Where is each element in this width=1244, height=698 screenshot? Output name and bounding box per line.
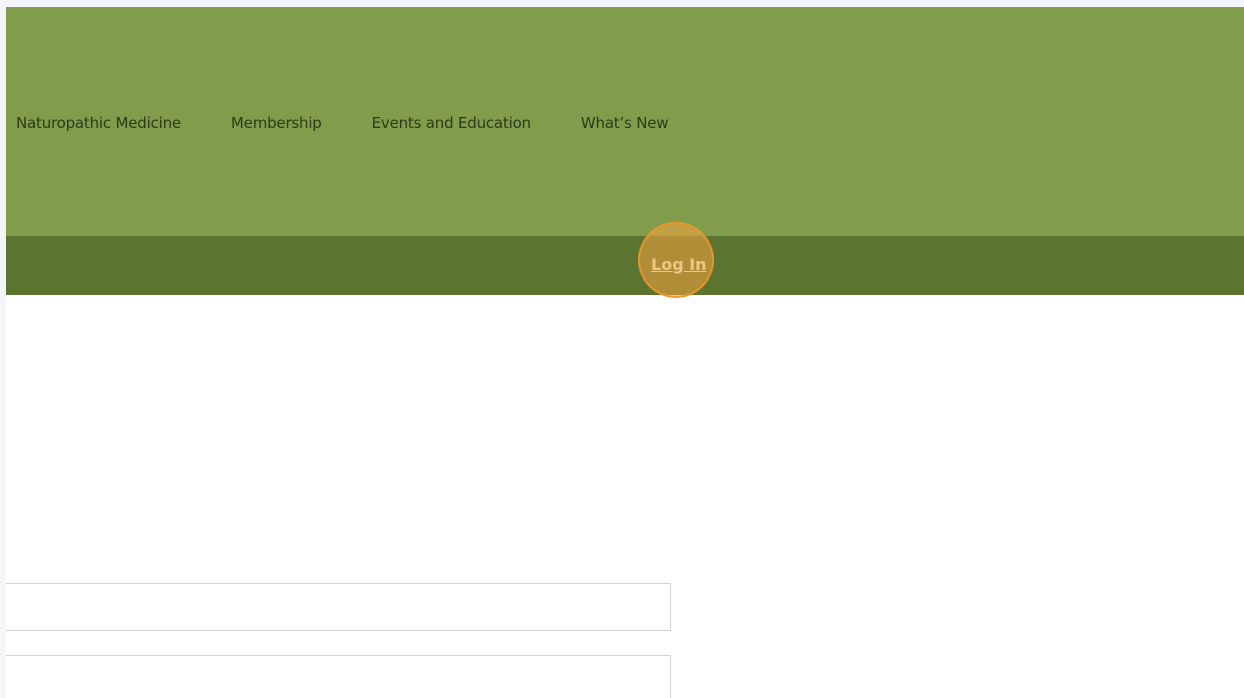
- nav-item-naturopathic-medicine[interactable]: Naturopathic Medicine: [16, 114, 181, 132]
- nav-item-whats-new[interactable]: What’s New: [581, 114, 669, 132]
- form-input-1[interactable]: [6, 583, 671, 631]
- login-link[interactable]: Log In: [651, 255, 707, 274]
- nav-item-events-and-education[interactable]: Events and Education: [372, 114, 531, 132]
- login-bar: [6, 236, 1244, 295]
- form-input-2[interactable]: [6, 655, 671, 698]
- page: Naturopathic Medicine Membership Events …: [0, 0, 1244, 698]
- main-nav: Naturopathic Medicine Membership Events …: [16, 112, 669, 134]
- top-strip: [0, 0, 1244, 7]
- nav-item-membership[interactable]: Membership: [231, 114, 322, 132]
